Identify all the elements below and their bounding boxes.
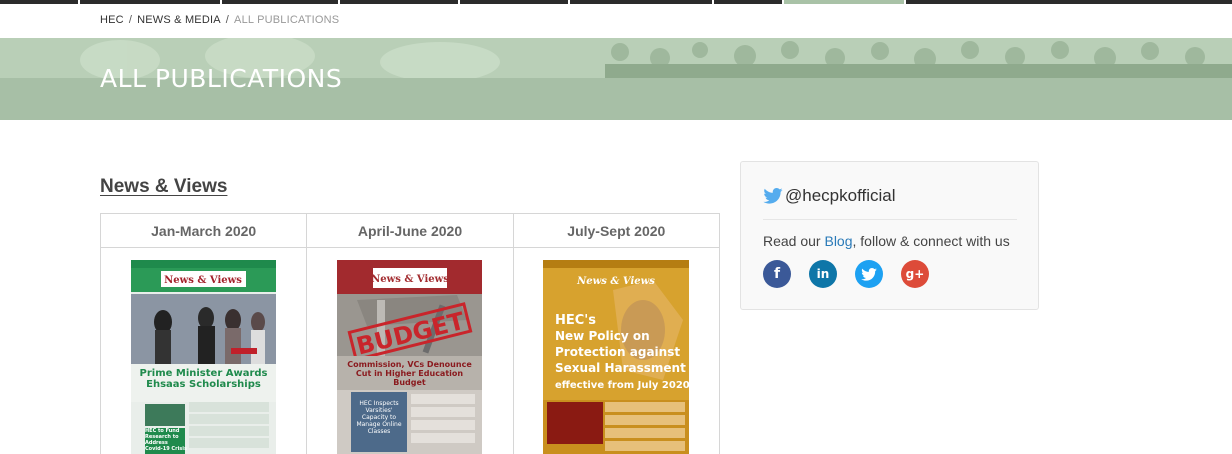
cover-headline-line3: Protection against (555, 345, 680, 359)
cover-artwork: News & Views HEC's New Policy on Protect… (542, 260, 689, 454)
cover-headline-line2: New Policy on (555, 329, 650, 343)
publication-cover-april-june-2020[interactable]: BUDGET News & Views Commission, VCs Deno… (337, 260, 483, 454)
blog-link[interactable]: Blog (824, 233, 852, 249)
page-banner: ALL PUBLICATIONS (0, 38, 1232, 120)
nav-item[interactable] (570, 0, 714, 4)
breadcrumb-separator: / (128, 14, 133, 26)
nav-item[interactable] (460, 0, 570, 4)
breadcrumb-home-link[interactable]: HEC (100, 14, 124, 26)
publication-column: Jan-March 2020 News & Views Prime Minist… (101, 214, 308, 454)
publication-period: July-Sept 2020 (513, 214, 719, 248)
cover-subhead: HEC to Fund Research to Address Covid-19… (145, 428, 187, 452)
publication-column: April-June 2020 BUDGET News & Views Comm… (307, 214, 514, 454)
twitter-icon[interactable] (855, 260, 883, 288)
cover-masthead: News & Views (164, 275, 242, 286)
publication-column: July-Sept 2020 News & Views HEC's New Po… (513, 214, 719, 454)
publications-table: Jan-March 2020 News & Views Prime Minist… (100, 213, 720, 454)
cover-masthead: News & Views (576, 276, 655, 287)
card-divider (763, 219, 1017, 220)
blurb-text-before: Read our (763, 233, 825, 249)
social-icons: f in g+ (763, 260, 947, 288)
twitter-bird-icon (763, 188, 783, 204)
nav-item[interactable] (80, 0, 222, 4)
nav-item[interactable] (714, 0, 784, 4)
nav-item[interactable] (340, 0, 460, 4)
breadcrumb-separator: / (225, 14, 230, 26)
section-title-link[interactable]: News & Views (100, 176, 227, 198)
twitter-handle[interactable]: @hecpkofficial (785, 186, 896, 206)
google-plus-icon[interactable]: g+ (901, 260, 929, 288)
publication-cover-jan-march-2020[interactable]: News & Views Prime Minister Awards Ehsaa… (131, 260, 276, 454)
cover-masthead: News & Views (371, 274, 449, 285)
twitter-bird-glyph (861, 268, 877, 281)
facebook-icon[interactable]: f (763, 260, 791, 288)
top-navigation-bar[interactable] (0, 0, 1232, 4)
nav-item[interactable] (0, 0, 80, 4)
breadcrumb-current: ALL PUBLICATIONS (234, 14, 340, 26)
cover-headline: Commission, VCs Denounce Cut in Higher E… (347, 360, 473, 387)
cover-subhead: HEC Inspects Varsities' Capacity to Mana… (356, 400, 402, 435)
cover-headline: Prime Minister Awards Ehsaas Scholarship… (139, 368, 268, 390)
breadcrumb-section-link[interactable]: NEWS & MEDIA (137, 14, 221, 26)
blurb-text-after: , follow & connect with us (852, 233, 1010, 249)
cover-headline-line1: HEC's (555, 313, 596, 328)
social-card: @hecpkofficial Read our Blog, follow & c… (740, 161, 1039, 310)
breadcrumb: HEC / NEWS & MEDIA / ALL PUBLICATIONS (100, 14, 339, 26)
nav-item[interactable] (222, 0, 340, 4)
cover-artwork: News & Views Prime Minister Awards Ehsaa… (131, 260, 276, 454)
publication-cover-july-sept-2020[interactable]: News & Views HEC's New Policy on Protect… (542, 260, 689, 454)
page-title: ALL PUBLICATIONS (100, 64, 343, 93)
social-blurb: Read our Blog, follow & connect with us (763, 233, 1010, 249)
twitter-handle-row[interactable]: @hecpkofficial (763, 186, 896, 206)
cover-headline-line5: effective from July 2020 (555, 380, 689, 391)
nav-item-active[interactable] (784, 0, 906, 4)
nav-item[interactable] (906, 0, 1232, 4)
publication-period: April-June 2020 (307, 214, 513, 248)
cover-headline-line4: Sexual Harassment (555, 361, 686, 375)
cover-artwork: BUDGET News & Views Commission, VCs Deno… (337, 260, 483, 454)
publication-period: Jan-March 2020 (101, 214, 307, 248)
linkedin-icon[interactable]: in (809, 260, 837, 288)
